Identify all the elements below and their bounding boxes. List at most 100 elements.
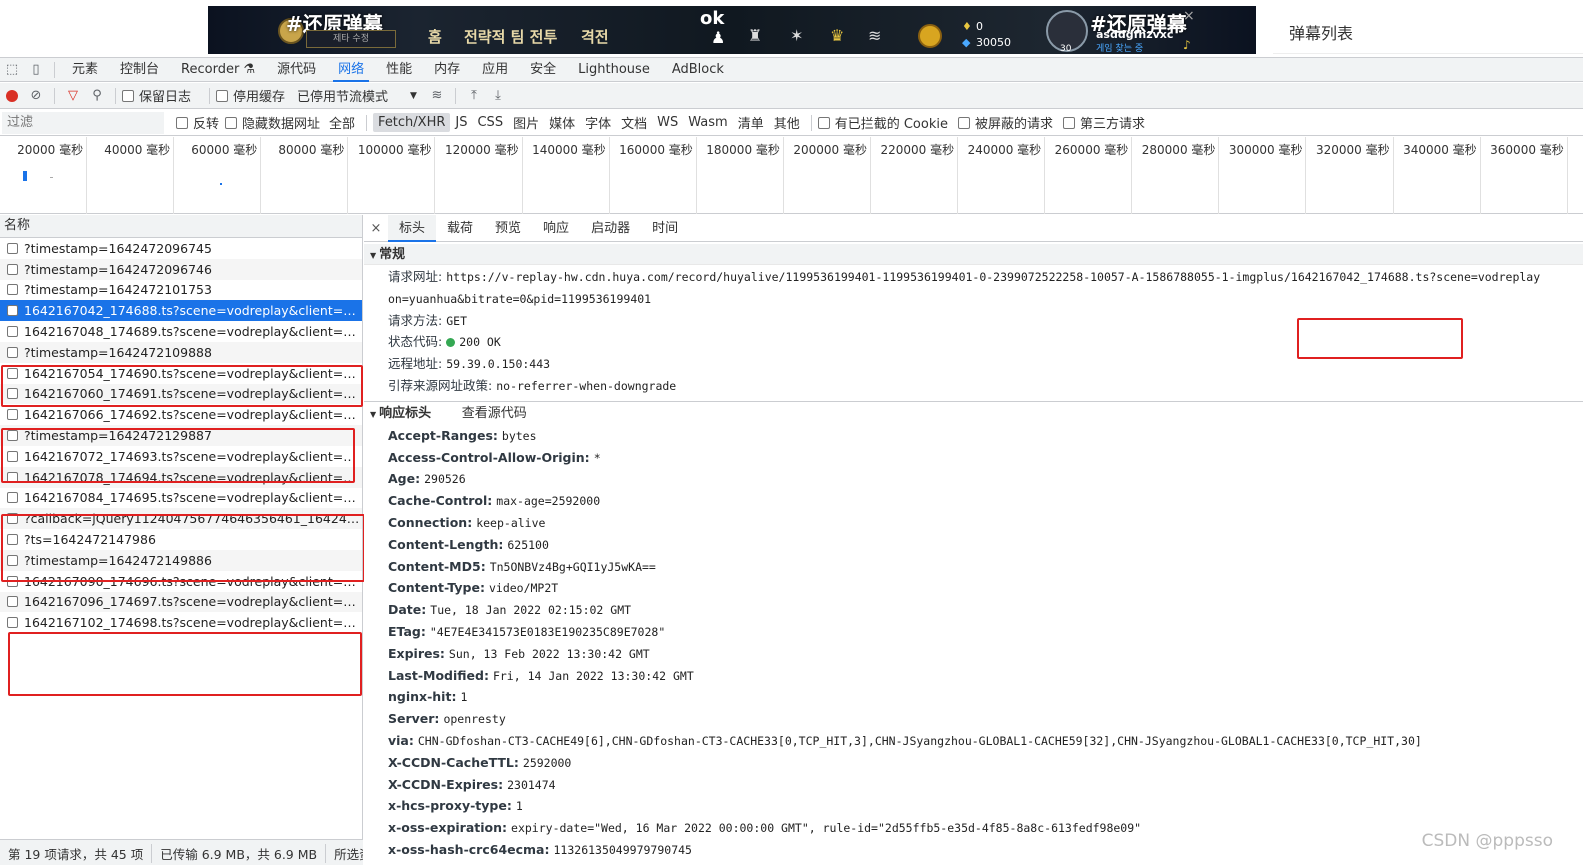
tab-security[interactable]: 安全 bbox=[519, 58, 567, 82]
tab-performance[interactable]: 性能 bbox=[375, 58, 423, 82]
coins-icon: ≋ bbox=[868, 26, 882, 45]
request-name: 1642167072_174693.ts?scene=vodreplay&cli… bbox=[24, 448, 362, 464]
request-row[interactable]: ?ts=1642472147986 bbox=[0, 529, 362, 550]
overview-tick-label: 360000 毫秒 bbox=[1490, 143, 1564, 157]
tab-payload[interactable]: 载荷 bbox=[436, 215, 484, 242]
coin-icon: ♦ bbox=[962, 20, 972, 33]
overview-tick-label: 80000 毫秒 bbox=[278, 143, 345, 157]
status-ok-icon bbox=[446, 338, 456, 348]
filter-type-manifest[interactable]: 清单 bbox=[733, 111, 769, 134]
request-row[interactable]: 1642167072_174693.ts?scene=vodreplay&cli… bbox=[0, 446, 362, 467]
tab-network[interactable]: 网络 bbox=[327, 58, 375, 82]
header-value: Tue, 18 Jan 2022 02:15:02 GMT bbox=[430, 603, 632, 618]
tab-elements[interactable]: 元素 bbox=[61, 58, 109, 82]
request-row[interactable]: ?timestamp=1642472096745 bbox=[0, 238, 362, 259]
preserve-log-checkbox[interactable]: 保留日志 bbox=[122, 86, 191, 105]
header-name: 远程地址: bbox=[388, 356, 443, 372]
filter-type-other[interactable]: 其他 bbox=[769, 111, 805, 134]
invert-checkbox[interactable]: 反转 bbox=[176, 113, 219, 132]
inspect-element-icon[interactable]: ⬚ bbox=[0, 58, 24, 82]
device-toggle-icon[interactable]: ▯ bbox=[24, 58, 48, 82]
network-conditions-button[interactable]: ≋ bbox=[425, 84, 449, 108]
header-name: Server: bbox=[388, 711, 440, 727]
request-row[interactable]: 1642167054_174690.ts?scene=vodreplay&cli… bbox=[0, 363, 362, 384]
network-overview-timeline[interactable]: 20000 毫秒 40000 毫秒 60000 毫秒 80000 毫秒 100000 毫… bbox=[0, 137, 1583, 214]
request-row[interactable]: ?callback=jQuery112404756774646356461_16… bbox=[0, 508, 362, 530]
search-button[interactable]: ⚲ bbox=[85, 84, 109, 108]
tab-timing[interactable]: 时间 bbox=[641, 215, 689, 242]
header-value: no-referrer-when-downgrade bbox=[496, 378, 677, 393]
request-row[interactable]: 1642167102_174698.ts?scene=vodreplay&cli… bbox=[0, 612, 362, 633]
filter-type-css[interactable]: CSS bbox=[472, 113, 508, 132]
game-banner-image: #还原弹幕 제타 수정 홈 전략적 팀 전투 격전 ok ♟ ♜ ✶ ♛ ≋ ♦… bbox=[208, 6, 1256, 54]
header-row: 状态代码: 200 OK bbox=[364, 331, 1583, 353]
clear-button[interactable]: ⊘ bbox=[24, 84, 48, 108]
filter-type-font[interactable]: 字体 bbox=[580, 111, 616, 134]
header-value: 11326135049979790745 bbox=[553, 842, 692, 857]
overview-column: 180000 毫秒 bbox=[697, 137, 784, 214]
tab-response[interactable]: 响应 bbox=[532, 215, 580, 242]
request-row[interactable]: 1642167048_174689.ts?scene=vodreplay&cli… bbox=[0, 321, 362, 342]
third-party-checkbox[interactable]: 第三方请求 bbox=[1063, 113, 1145, 132]
response-headers-section-header[interactable]: ▼ 响应标头 查看源代码 bbox=[364, 400, 1583, 425]
tab-lighthouse[interactable]: Lighthouse bbox=[567, 58, 661, 82]
tab-headers[interactable]: 标头 bbox=[388, 215, 437, 242]
close-details-button[interactable]: × bbox=[364, 221, 388, 236]
header-row: 请求方法: GET bbox=[364, 310, 1583, 332]
filter-input[interactable] bbox=[2, 111, 164, 134]
disable-cache-checkbox[interactable]: 停用缓存 bbox=[216, 86, 285, 105]
preserve-log-label: 保留日志 bbox=[139, 90, 192, 105]
record-button[interactable] bbox=[0, 84, 24, 108]
request-row[interactable]: 1642167060_174691.ts?scene=vodreplay&cli… bbox=[0, 383, 362, 405]
filter-type-media[interactable]: 媒体 bbox=[544, 111, 580, 134]
tab-recorder[interactable]: Recorder ⚗ bbox=[170, 58, 266, 82]
tab-console[interactable]: 控制台 bbox=[109, 58, 170, 82]
name-column-header[interactable]: 名称 bbox=[0, 215, 362, 238]
request-row[interactable]: 1642167042_174688.ts?scene=vodreplay&cli… bbox=[0, 300, 362, 322]
request-row[interactable]: ?timestamp=1642472109888 bbox=[0, 341, 362, 363]
request-row[interactable]: ?timestamp=1642472149886 bbox=[0, 549, 362, 571]
tab-application[interactable]: 应用 bbox=[471, 58, 519, 82]
filter-type-all[interactable]: 全部 bbox=[324, 111, 360, 134]
hide-data-urls-checkbox[interactable]: 隐藏数据网址 bbox=[225, 113, 320, 132]
filter-type-fetch-xhr[interactable]: Fetch/XHR bbox=[373, 113, 451, 132]
overview-column: 80000 毫秒 bbox=[261, 137, 349, 214]
blocked-requests-checkbox[interactable]: 被屏蔽的请求 bbox=[957, 113, 1053, 132]
general-section-header[interactable]: ▼ 常规 bbox=[364, 244, 1583, 265]
filter-type-img[interactable]: 图片 bbox=[508, 111, 544, 134]
request-row[interactable]: 1642167078_174694.ts?scene=vodreplay&cli… bbox=[0, 466, 362, 488]
filter-type-wasm[interactable]: Wasm bbox=[683, 113, 732, 132]
sparkle-icon: ✶ bbox=[790, 26, 804, 45]
request-row[interactable]: 1642167096_174697.ts?scene=vodreplay&cli… bbox=[0, 591, 362, 613]
overview-tick bbox=[50, 177, 53, 178]
overview-column: 40000 毫秒 bbox=[87, 137, 175, 214]
filter-type-js[interactable]: JS bbox=[450, 113, 472, 132]
request-row[interactable]: 1642167066_174692.ts?scene=vodreplay&cli… bbox=[0, 404, 362, 425]
request-row[interactable]: ?timestamp=1642472096746 bbox=[0, 258, 362, 280]
tab-sources[interactable]: 源代码 bbox=[266, 58, 327, 82]
tab-memory[interactable]: 内存 bbox=[423, 58, 471, 82]
filter-toggle-button[interactable]: ▽ bbox=[61, 84, 85, 108]
import-har-button[interactable]: ⤒ bbox=[462, 84, 486, 108]
header-name: via: bbox=[388, 732, 414, 748]
header-row: x-oss-hash-crc64ecma: 1132613504997979074… bbox=[364, 839, 1583, 861]
level-badge: 30 bbox=[1060, 44, 1072, 54]
banner-menu-clash: 격전 bbox=[581, 28, 609, 46]
tab-preview[interactable]: 预览 bbox=[484, 215, 532, 242]
filter-type-ws[interactable]: WS bbox=[652, 113, 683, 132]
request-name: 1642167054_174690.ts?scene=vodreplay&cli… bbox=[24, 365, 362, 381]
request-row[interactable]: ?timestamp=1642472129887 bbox=[0, 425, 362, 446]
throttle-select[interactable]: 已停用节流模式 ▼ bbox=[297, 86, 417, 105]
request-row[interactable]: ?timestamp=1642472101753 bbox=[0, 280, 362, 301]
header-value: openresty bbox=[443, 712, 506, 727]
tab-adblock[interactable]: AdBlock bbox=[661, 58, 735, 82]
filter-type-doc[interactable]: 文档 bbox=[616, 111, 652, 134]
blocked-cookies-checkbox[interactable]: 有已拦截的 Cookie bbox=[817, 113, 948, 132]
tab-initiator[interactable]: 启动器 bbox=[580, 215, 641, 242]
checkbox-box bbox=[176, 116, 188, 129]
export-har-button[interactable]: ⤓ bbox=[486, 84, 510, 108]
request-row[interactable]: 1642167090_174696.ts?scene=vodreplay&cli… bbox=[0, 571, 362, 592]
view-source-link[interactable]: 查看源代码 bbox=[462, 406, 527, 421]
request-type-icon bbox=[7, 367, 18, 379]
request-row[interactable]: 1642167084_174695.ts?scene=vodreplay&cli… bbox=[0, 488, 362, 509]
